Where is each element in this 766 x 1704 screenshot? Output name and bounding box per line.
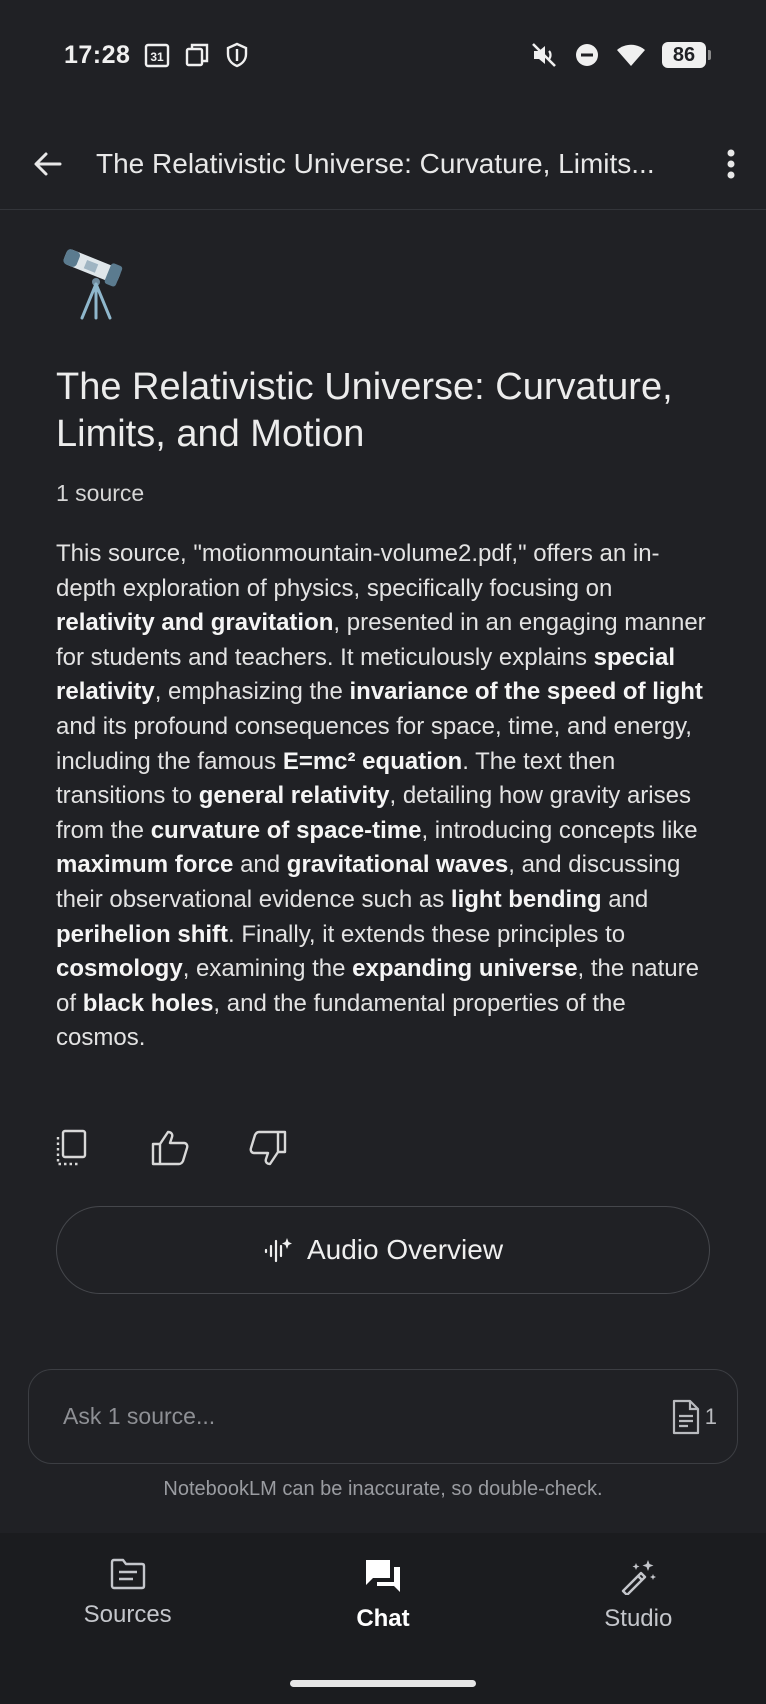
summary-text: , emphasizing the	[154, 678, 350, 706]
chat-input-box: 1	[28, 1369, 738, 1464]
back-button[interactable]	[0, 118, 96, 210]
more-vertical-icon	[727, 149, 735, 178]
battery-level: 86	[672, 43, 696, 66]
summary-keyword: maximum force	[56, 851, 234, 879]
nav-sources-label: Sources	[83, 1601, 172, 1628]
summary-keyword: E=mc² equation	[282, 747, 463, 775]
audio-waveform-sparkle-icon	[264, 1238, 292, 1263]
app-bar: The Relativistic Universe: Curvature, Li…	[0, 118, 766, 210]
copy-icon	[56, 1129, 87, 1166]
bottom-nav: Sources Chat Studio	[0, 1533, 766, 1704]
copy-button[interactable]	[52, 1128, 92, 1168]
summary-keyword: light bending	[450, 885, 602, 913]
notebook-content: The Relativistic Universe: Curvature, Li…	[56, 240, 716, 1056]
status-right: 86	[530, 41, 711, 69]
chat-bubbles-icon	[365, 1560, 400, 1592]
summary-keyword: black holes	[82, 989, 214, 1017]
more-options-button[interactable]	[696, 118, 766, 210]
notebook-title: The Relativistic Universe: Curvature, Li…	[56, 366, 673, 455]
summary-text: , introducing concepts like	[421, 816, 698, 844]
summary-text: , examining the	[182, 955, 353, 983]
summary-keyword: cosmology	[56, 955, 183, 983]
summary-keyword: invariance of the speed of light	[349, 678, 703, 706]
summary-text: . Finally, it extends these principles t…	[228, 920, 626, 948]
summary-text: and	[601, 885, 649, 913]
summary-text: This source, "motionmountain-volume2.pdf…	[56, 540, 660, 602]
arrow-back-icon	[34, 152, 62, 175]
status-time: 17:28	[64, 40, 131, 69]
thumbs-down-icon	[249, 1130, 287, 1166]
source-selector-count: 1	[704, 1403, 717, 1429]
nav-studio[interactable]: Studio	[511, 1533, 766, 1704]
status-bar: 17:28 31 86	[0, 0, 766, 110]
telescope-icon	[56, 240, 136, 320]
thumbs-up-button[interactable]	[150, 1128, 190, 1168]
disclaimer: NotebookLM can be inaccurate, so double-…	[163, 1478, 603, 1500]
source-selector[interactable]: 1	[671, 1399, 717, 1435]
thumbs-down-button[interactable]	[248, 1128, 288, 1168]
response-actions	[52, 1128, 288, 1168]
shield-icon	[224, 42, 250, 68]
nav-chat[interactable]: Chat	[255, 1533, 510, 1704]
nav-sources[interactable]: Sources	[0, 1533, 255, 1704]
summary-keyword: curvature of space-time	[150, 816, 422, 844]
source-count: 1 source	[56, 480, 145, 506]
chat-input[interactable]	[63, 1403, 671, 1430]
nav-chat-label: Chat	[356, 1605, 410, 1632]
audio-overview-button[interactable]: Audio Overview	[56, 1206, 710, 1294]
home-indicator[interactable]	[290, 1680, 476, 1687]
summary-keyword: general relativity	[198, 782, 390, 810]
summary-keyword: gravitational waves	[286, 851, 509, 879]
notebook-summary: This source, "motionmountain-volume2.pdf…	[56, 537, 716, 1056]
summary-keyword: perihelion shift	[56, 920, 229, 948]
summary-keyword: expanding universe	[352, 955, 578, 983]
magic-wand-icon	[622, 1560, 657, 1595]
battery-icon: 86	[662, 42, 711, 68]
calendar-day: 31	[151, 50, 165, 64]
wifi-icon	[616, 42, 646, 68]
nav-studio-label: Studio	[604, 1605, 673, 1632]
summary-text: and	[233, 851, 287, 879]
status-left: 17:28 31	[64, 41, 250, 70]
folder-icon	[110, 1558, 145, 1590]
mute-icon	[530, 41, 558, 69]
thumbs-up-icon	[151, 1130, 189, 1166]
app-bar-title: The Relativistic Universe: Curvature, Li…	[96, 147, 655, 179]
summary-keyword: relativity and gravitation	[56, 609, 334, 637]
audio-overview-label: Audio Overview	[306, 1234, 504, 1265]
calendar-icon: 31	[144, 42, 170, 68]
document-icon	[672, 1399, 699, 1434]
screenshot-icon	[184, 42, 210, 68]
dnd-icon	[574, 42, 600, 68]
